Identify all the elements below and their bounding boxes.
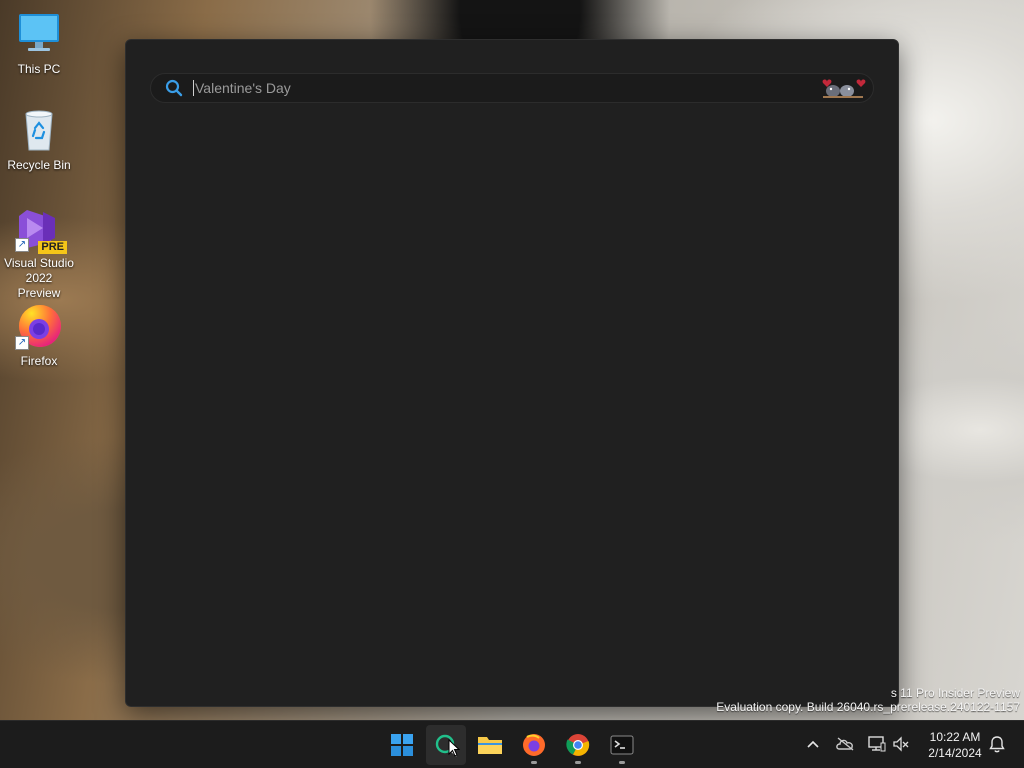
- taskbar-chrome[interactable]: [558, 725, 598, 765]
- firefox-icon: [523, 734, 545, 756]
- search-input[interactable]: [193, 80, 819, 96]
- desktop-icon-label: This PC: [17, 62, 61, 76]
- watermark-line-2: Evaluation copy. Build 26040.rs_prerelea…: [716, 700, 1020, 714]
- terminal-icon: [610, 735, 634, 755]
- monitor-icon: [15, 10, 63, 58]
- running-indicator: [619, 761, 625, 764]
- taskbar-terminal[interactable]: [602, 725, 642, 765]
- running-indicator: [531, 761, 537, 764]
- file-explorer-icon: [478, 737, 502, 754]
- taskbar-search-button[interactable]: [426, 725, 466, 765]
- desktop-icon-label: Visual Studio 2022 Preview: [4, 256, 74, 300]
- taskbar: 10:22 AM 2/14/2024: [0, 720, 1024, 768]
- valentine-birds-doodle-icon[interactable]: [819, 77, 867, 99]
- windows-watermark: s 11 Pro Insider Preview Evaluation copy…: [716, 686, 1020, 714]
- preview-badge: PRE: [38, 241, 67, 254]
- network-icon[interactable]: [866, 733, 888, 755]
- onedrive-offline-icon[interactable]: [834, 733, 856, 755]
- search-icon: [165, 79, 183, 97]
- taskbar-file-explorer[interactable]: [470, 725, 510, 765]
- shortcut-arrow-icon: ↗: [15, 336, 29, 350]
- start-icon: [391, 734, 413, 756]
- desktop-icon-recycle-bin[interactable]: Recycle Bin: [4, 106, 74, 173]
- desktop-icon-label: Recycle Bin: [7, 158, 71, 172]
- taskbar-clock[interactable]: 10:22 AM 2/14/2024: [920, 729, 990, 761]
- notification-bell-icon[interactable]: [986, 733, 1008, 755]
- mouse-cursor-icon: [448, 739, 460, 757]
- clock-time: 10:22 AM: [929, 730, 981, 744]
- taskbar-firefox[interactable]: [514, 725, 554, 765]
- visual-studio-icon: PRE ↗: [15, 204, 67, 254]
- watermark-line-1: s 11 Pro Insider Preview: [890, 686, 1020, 700]
- volume-muted-icon[interactable]: [890, 733, 912, 755]
- chevron-up-icon[interactable]: [802, 733, 824, 755]
- start-button[interactable]: [382, 725, 422, 765]
- recycle-bin-icon: [15, 106, 63, 154]
- firefox-icon: ↗: [15, 302, 63, 350]
- search-box[interactable]: [150, 73, 874, 103]
- desktop-icon-visual-studio[interactable]: PRE ↗ Visual Studio 2022 Preview: [4, 204, 74, 301]
- clock-date: 2/14/2024: [928, 746, 982, 760]
- search-window: [125, 39, 899, 707]
- desktop-icon-this-pc[interactable]: This PC: [4, 10, 74, 77]
- chrome-icon: [566, 734, 590, 756]
- desktop-icon-label: Firefox: [20, 354, 58, 368]
- desktop-icon-firefox[interactable]: ↗ Firefox: [4, 302, 74, 369]
- running-indicator: [575, 761, 581, 764]
- shortcut-arrow-icon: ↗: [15, 238, 29, 252]
